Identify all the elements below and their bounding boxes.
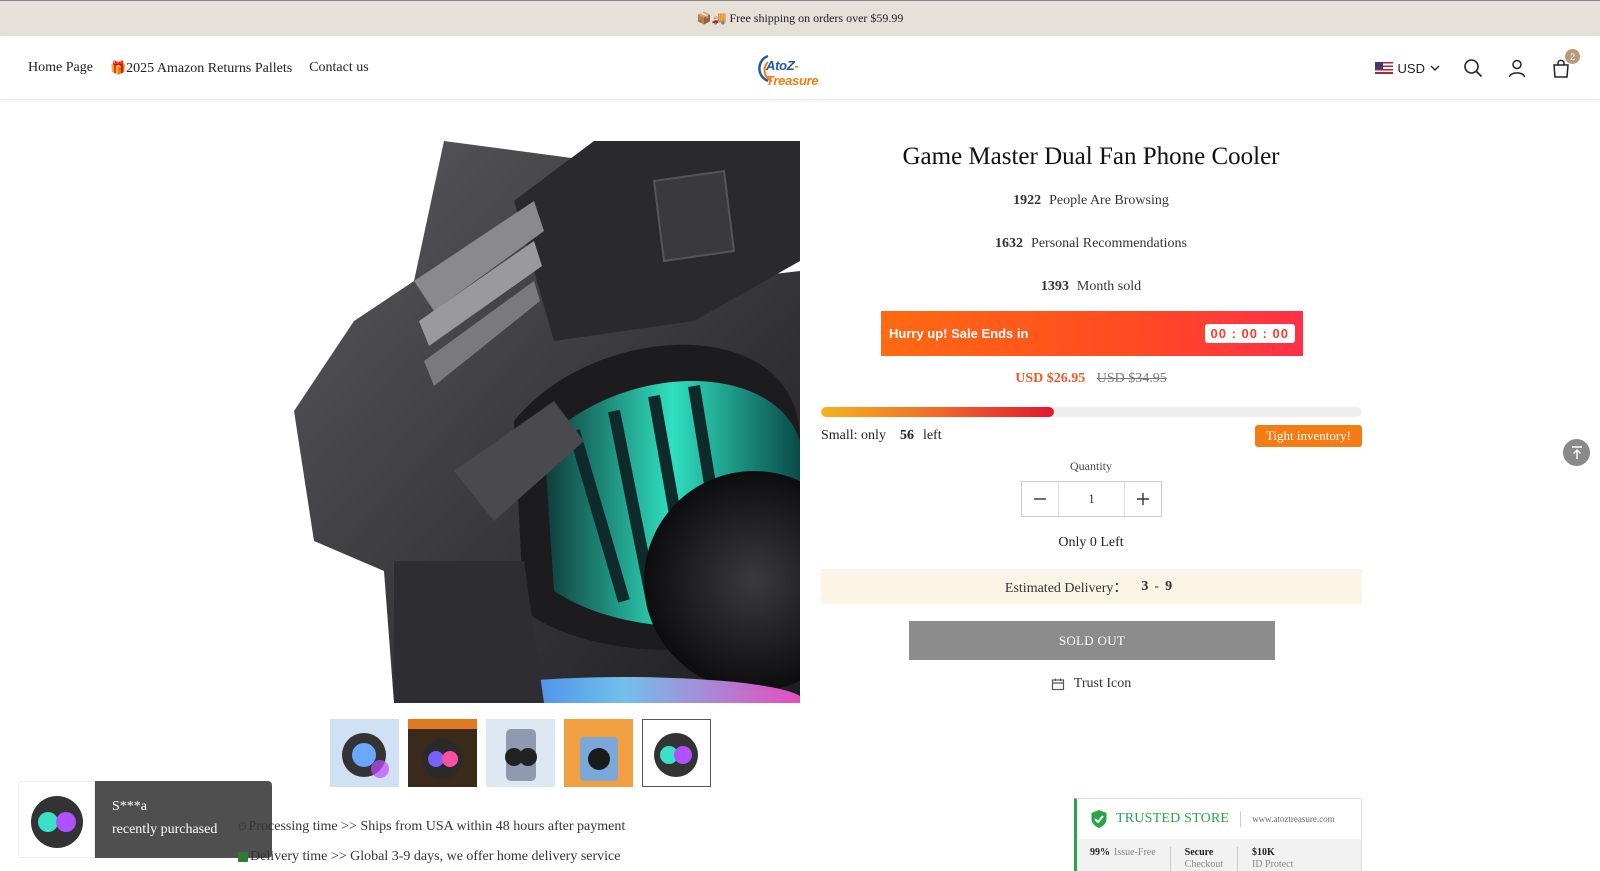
gift-icon: 🎁	[109, 59, 127, 75]
delivery-dash: -	[1154, 578, 1160, 594]
delivery-from: 3	[1141, 578, 1149, 594]
metric-secure-checkout: Secure Checkout	[1169, 847, 1223, 871]
chevron-down-icon	[1430, 65, 1440, 71]
stock-row: Small: only 56 left Tight inventory!	[821, 424, 1362, 448]
thumbnail-1[interactable]	[330, 719, 399, 787]
quantity-stepper	[1021, 481, 1162, 517]
plus-icon	[1137, 493, 1149, 505]
countdown-timer: 00 : 00 : 00	[1204, 324, 1295, 343]
product-main-image[interactable]	[294, 141, 800, 703]
nav-pallets-label: 2025 Amazon Returns Pallets	[126, 60, 293, 76]
user-icon	[1508, 59, 1526, 78]
stat-recommendations: 1632 Personal Recommendations	[995, 236, 1187, 251]
sold-out-button[interactable]: SOLD OUT	[909, 621, 1275, 660]
shipping-truck-icon: 📦🚚	[696, 11, 727, 25]
currency-label: USD	[1397, 60, 1425, 76]
delivery-time-line: Delivery time >> Global 3-9 days, we off…	[238, 842, 625, 871]
thumbnail-strip	[330, 719, 711, 787]
header-actions: USD 2	[1374, 36, 1580, 100]
sale-text: Hurry up! Sale Ends in	[889, 326, 1029, 341]
trusted-store-url: www.atoztreasure.com	[1252, 814, 1335, 824]
popup-buyer-name: S***a	[112, 799, 147, 814]
quantity-label: Quantity	[1070, 459, 1112, 473]
thumbnail-1-image	[330, 719, 399, 787]
cart-count-badge: 2	[1565, 49, 1580, 64]
popup-product-thumbnail	[19, 782, 94, 857]
nav-pallets[interactable]: 🎁2025 Amazon Returns Pallets	[110, 60, 292, 77]
sale-price: USD $26.95	[1015, 371, 1086, 386]
product-title: Game Master Dual Fan Phone Cooler	[902, 143, 1280, 170]
nav-contact-us[interactable]: Contact us	[309, 60, 369, 76]
site-header: Home Page 🎁2025 Amazon Returns Pallets C…	[0, 36, 1600, 100]
back-to-top-button[interactable]	[1563, 439, 1590, 466]
package-icon	[238, 852, 248, 862]
us-flag-icon	[1374, 62, 1393, 74]
currency-selector[interactable]: USD	[1374, 60, 1440, 76]
minus-icon	[1034, 498, 1046, 500]
stat-browsing: 1922 People Are Browsing	[1013, 193, 1169, 208]
thumbnail-5[interactable]	[642, 719, 711, 787]
trusted-store-badge[interactable]: TRUSTED STORE www.atoztreasure.com 99% Is…	[1074, 798, 1362, 871]
announcement-text: Free shipping on orders over $59.99	[729, 11, 904, 25]
trusted-store-title: TRUSTED STORE	[1116, 811, 1230, 826]
nav-home-page[interactable]: Home Page	[28, 60, 93, 76]
thumbnail-4[interactable]	[564, 719, 633, 787]
thumbnail-5-image	[645, 722, 708, 784]
quantity-decrease-button[interactable]	[1022, 482, 1058, 516]
sale-countdown-banner: Hurry up! Sale Ends in 00 : 00 : 00	[881, 311, 1303, 356]
stock-progress-bar	[821, 407, 1362, 417]
stat-month-sold: 1393 Month sold	[1040, 279, 1142, 294]
site-logo[interactable]: AtoZ-Treasure	[754, 50, 850, 88]
popup-action: recently purchased	[112, 822, 218, 837]
metric-issue-free: 99% Issue-Free	[1090, 847, 1156, 858]
shipping-info: ⏱ Processing time >> Ships from USA withi…	[238, 812, 625, 871]
calendar-icon	[1051, 678, 1064, 691]
tight-inventory-badge: Tight inventory!	[1254, 425, 1362, 447]
arrow-up-icon	[1571, 445, 1582, 459]
trust-icon-row: Trust Icon	[820, 676, 1362, 692]
trusted-store-header: TRUSTED STORE www.atoztreasure.com	[1077, 799, 1361, 839]
stock-text: Small: only 56 left	[821, 428, 942, 443]
stock-progress-fill	[821, 407, 1054, 417]
delivery-to: 9	[1165, 578, 1173, 594]
trusted-store-metrics: 99% Issue-Free Secure Checkout $10K ID Prot…	[1077, 839, 1361, 871]
account-button[interactable]	[1506, 57, 1528, 79]
phone-cooler-image	[294, 141, 800, 703]
product-stats: 1922 People Are Browsing 1632 Personal Rec…	[820, 179, 1362, 308]
delivery-label: Estimated Delivery：	[1004, 580, 1128, 596]
quantity-input[interactable]	[1058, 482, 1125, 516]
processing-time-line: ⏱ Processing time >> Ships from USA withi…	[238, 812, 625, 842]
announcement-bar: 📦🚚 Free shipping on orders over $59.99	[0, 0, 1600, 36]
product-info: Game Master Dual Fan Phone Cooler 1922 Pe…	[820, 141, 1362, 691]
cart-button[interactable]: 2	[1550, 49, 1580, 79]
thumbnail-2[interactable]	[408, 719, 477, 787]
main-nav: Home Page 🎁2025 Amazon Returns Pallets C…	[28, 36, 369, 100]
original-price: USD $34.95	[1096, 371, 1167, 386]
quantity-increase-button[interactable]	[1125, 482, 1161, 516]
shield-check-icon	[1091, 810, 1107, 828]
recent-purchase-popup[interactable]: S***a recently purchased	[18, 781, 272, 858]
clock-icon: ⏱	[238, 821, 247, 833]
logo-text: AtoZ-Treasure	[766, 58, 819, 88]
search-icon	[1464, 59, 1483, 78]
thumbnail-4-image	[564, 719, 633, 787]
search-button[interactable]	[1462, 57, 1484, 79]
thumbnail-3-image	[486, 719, 555, 787]
price-block: USD $26.95 USD $34.95	[820, 371, 1362, 387]
only-left-text: Only 0 Left	[1058, 535, 1124, 550]
trust-icon-label: Trust Icon	[1073, 676, 1132, 691]
trusted-store-divider	[1240, 811, 1242, 827]
metric-id-protect: $10K ID Protect	[1236, 847, 1293, 871]
popup-product-image	[18, 781, 95, 858]
thumbnail-2-image	[408, 719, 477, 787]
thumbnail-3[interactable]	[486, 719, 555, 787]
popup-text: S***a recently purchased	[95, 781, 217, 858]
estimated-delivery: Estimated Delivery： 3 - 9	[821, 569, 1362, 604]
